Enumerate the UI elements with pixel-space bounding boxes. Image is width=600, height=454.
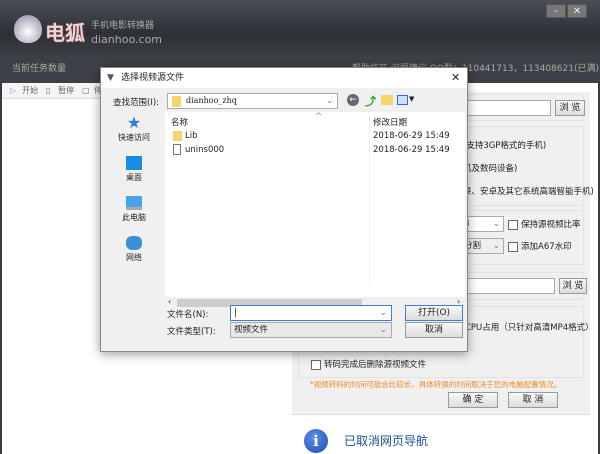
app-slogan: 手机电影转换器 dianhoo.com: [91, 21, 162, 46]
folder-icon: [172, 96, 181, 107]
pause-button[interactable]: 暂停: [58, 83, 74, 99]
place-desktop[interactable]: 桌面: [105, 156, 163, 183]
app-titlebar: 电狐 手机电影转换器 dianhoo.com - ✕: [0, 0, 600, 56]
task-count-label: 当前任务数量: [12, 64, 67, 74]
dialog-close-button[interactable]: ✕: [451, 68, 460, 88]
view-menu-arrow-icon[interactable]: ▼: [409, 95, 414, 103]
new-folder-icon[interactable]: [381, 95, 393, 105]
keep-ratio-checkbox[interactable]: 保持源视频比率: [508, 218, 581, 230]
places-bar: ★ 快速访问 桌面 此电脑 网络: [105, 112, 163, 282]
ok-button[interactable]: 确 定: [448, 392, 498, 408]
device-option-digital[interactable]: 机及数码设备): [463, 162, 517, 174]
dialog-cancel-button[interactable]: 取消: [405, 322, 463, 338]
open-button[interactable]: 打开(O): [405, 305, 463, 321]
play-icon: ▷: [10, 86, 17, 95]
folder-icon: [173, 131, 182, 141]
info-icon: i: [304, 429, 328, 453]
device-option-3gp[interactable]: (支持3GP格式的手机): [463, 139, 546, 151]
device-option-smart[interactable]: 果、安卓及其它系统高端智能手机): [463, 185, 594, 197]
fox-logo-icon: [14, 15, 42, 43]
navigation-canceled-area: i 已取消网页导航: [292, 414, 590, 454]
lookin-label: 查找范围(I):: [113, 98, 160, 108]
filetype-label: 文件类型(T):: [167, 327, 216, 337]
conversion-note: *视频转码的时间可能会比较长，具体转换的时间取决于您的电脑配置情况。: [310, 380, 562, 389]
browse-source-button[interactable]: 浏 览: [555, 100, 585, 116]
column-date-header[interactable]: 修改日期: [373, 116, 407, 128]
file-row[interactable]: Lib 2018-06-29 15:49: [165, 129, 465, 143]
navigation-canceled-text: 已取消网页导航: [344, 434, 429, 448]
column-name-header[interactable]: 名称: [171, 116, 188, 128]
stop-icon: ▢: [82, 86, 90, 95]
start-button[interactable]: 开始: [22, 83, 38, 99]
dialog-titlebar: ▼ 选择视频源文件 ✕: [101, 68, 467, 88]
delete-source-checkbox[interactable]: 转码完成后删除源视频文件: [311, 358, 426, 370]
place-this-pc[interactable]: 此电脑: [105, 196, 163, 223]
source-path-input[interactable]: [459, 100, 551, 116]
filename-input[interactable]: | ⌄: [230, 305, 392, 321]
up-folder-icon[interactable]: ⤴: [365, 93, 376, 109]
open-file-dialog: ▼ 选择视频源文件 ✕ 查找范围(I): dianhoo_zhq ⌄ ← ⤴ ▼ …: [100, 67, 468, 352]
sort-arrow-icon: ^: [315, 112, 323, 122]
app-logo-text: 电狐: [45, 21, 85, 45]
place-quick-access[interactable]: ★ 快速访问: [105, 115, 163, 143]
filename-label: 文件名(N):: [167, 310, 209, 320]
watermark-checkbox[interactable]: 添加A67水印: [508, 240, 572, 252]
file-row[interactable]: unins000 2018-06-29 15:49: [165, 143, 465, 157]
filetype-select[interactable]: 视频文件 ⌄: [230, 322, 392, 338]
file-list: 名称 ^ 修改日期 Lib 2018-06-29 15:49 unins000 …: [165, 112, 465, 297]
pause-icon: ▯: [46, 86, 51, 95]
minimize-button[interactable]: -: [546, 4, 566, 18]
output-path-input[interactable]: [459, 278, 555, 294]
lookin-select[interactable]: dianhoo_zhq ⌄: [167, 93, 338, 109]
cancel-button[interactable]: 取 消: [508, 392, 558, 408]
place-network[interactable]: 网络: [105, 236, 163, 263]
fox-app-icon: ▼: [107, 73, 114, 83]
cpu-option[interactable]: CPU占用（只针对高清MP4格式）: [465, 321, 594, 333]
dialog-title: 选择视频源文件: [121, 73, 185, 83]
close-button[interactable]: ✕: [567, 4, 587, 18]
file-icon: [173, 144, 181, 155]
back-icon[interactable]: ←: [347, 94, 359, 106]
browse-output-button[interactable]: 浏 览: [559, 278, 587, 294]
view-menu-icon[interactable]: [397, 95, 408, 105]
